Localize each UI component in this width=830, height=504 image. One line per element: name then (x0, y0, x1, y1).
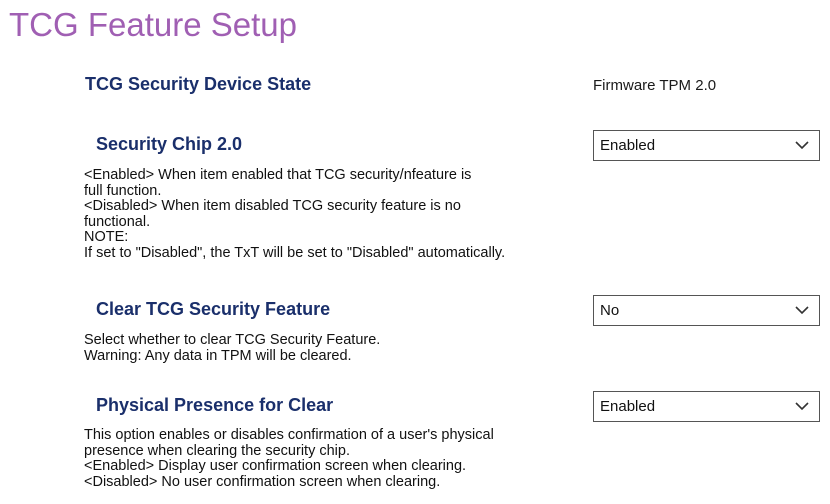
device-state-label: TCG Security Device State (85, 74, 312, 94)
security-chip-select[interactable]: Enabled (593, 130, 820, 161)
description-line: full function. (84, 182, 162, 199)
chevron-down-icon (795, 306, 809, 315)
description-line: <Disabled> No user confirmation screen w… (84, 473, 441, 490)
chevron-down-icon (795, 141, 809, 150)
physical-presence-description: This option enables or disables confirma… (84, 427, 494, 490)
page-title: TCG Feature Setup (9, 6, 297, 43)
physical-presence-select[interactable]: Enabled (593, 391, 820, 422)
clear-tcg-select[interactable]: No (593, 295, 820, 326)
description-line: <Disabled> When item disabled TCG securi… (84, 198, 461, 214)
description-line: functional. (84, 213, 151, 230)
physical-presence-selected-value: Enabled (600, 398, 656, 415)
description-line: <Enabled> When item enabled that TCG sec… (84, 167, 472, 183)
security-chip-label: Security Chip 2.0 (96, 134, 243, 154)
description-line: If set to "Disabled", the TxT will be se… (84, 244, 506, 261)
description-line: This option enables or disables confirma… (84, 427, 494, 443)
security-chip-description: <Enabled> When item enabled that TCG sec… (84, 167, 506, 261)
chevron-down-icon (795, 402, 809, 411)
description-line: Warning: Any data in TPM will be cleared… (84, 347, 352, 364)
clear-tcg-description: Select whether to clear TCG Security Fea… (84, 332, 381, 364)
device-state-value: Firmware TPM 2.0 (593, 77, 717, 94)
physical-presence-label: Physical Presence for Clear (96, 395, 334, 415)
description-line: Select whether to clear TCG Security Fea… (84, 332, 381, 348)
description-line: presence when clearing the security chip… (84, 442, 350, 459)
description-line: NOTE: (84, 229, 129, 245)
description-line: <Enabled> Display user confirmation scre… (84, 458, 467, 474)
security-chip-selected-value: Enabled (600, 137, 656, 154)
clear-tcg-selected-value: No (600, 302, 620, 319)
clear-tcg-label: Clear TCG Security Feature (96, 299, 331, 319)
